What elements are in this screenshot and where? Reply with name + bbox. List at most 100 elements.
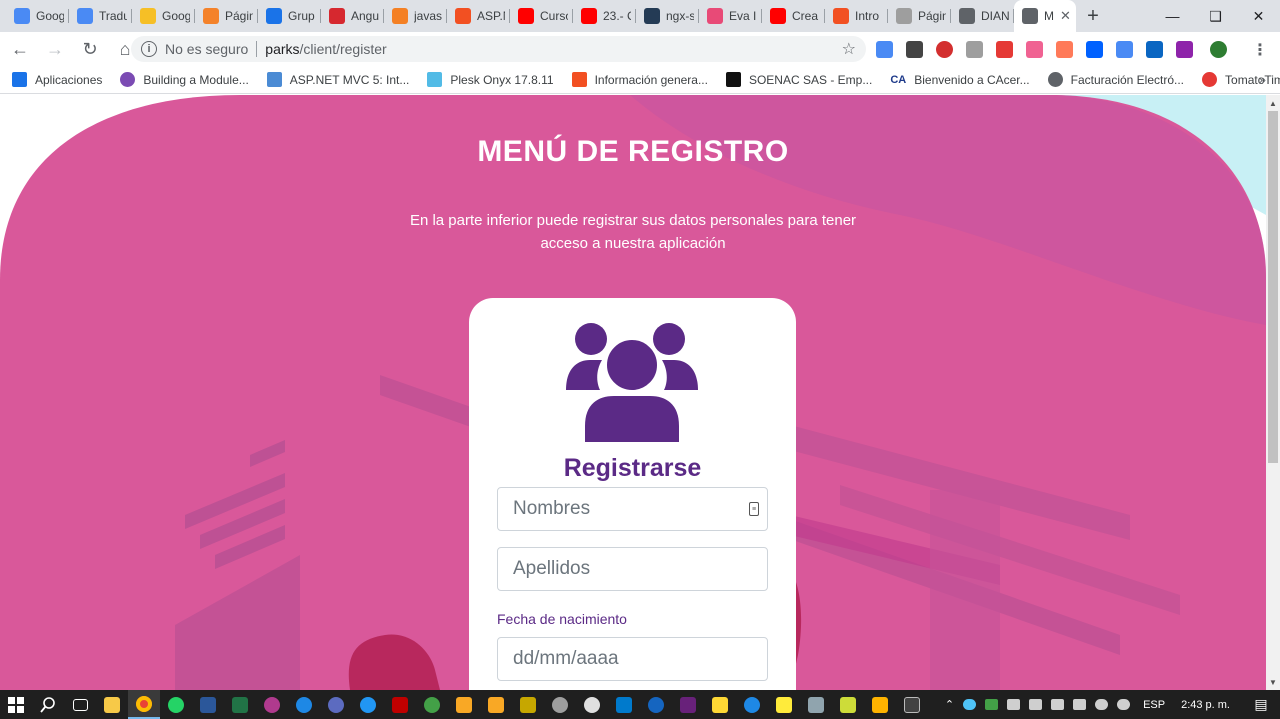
browser-tab[interactable]: Eva I [699,0,762,32]
browser-tab[interactable]: 23.- C [573,0,636,32]
bird-app-2-icon[interactable] [480,690,512,719]
edit-app-icon[interactable] [704,690,736,719]
translate-alt-extension-icon[interactable] [1116,40,1133,58]
whatsapp-icon[interactable] [160,690,192,719]
vscode-icon[interactable] [608,690,640,719]
browser-tab[interactable]: Goog [6,0,69,32]
translate-extension-icon[interactable] [876,40,893,58]
autofill-contact-icon[interactable]: ≡ [749,502,759,516]
security-tray-icon[interactable] [985,699,999,710]
terminal-icon[interactable] [896,690,928,719]
bookmark-item[interactable]: Facturación Electró... [1047,72,1184,87]
green-app-icon[interactable] [416,690,448,719]
ai-extension-icon[interactable] [1176,40,1193,58]
notepad-app-icon[interactable] [832,690,864,719]
excel-icon[interactable] [224,690,256,719]
scroll-up-icon[interactable]: ▲ [1269,99,1277,108]
bookmark-item[interactable]: ASP.NET MVC 5: Int... [266,72,409,87]
nombres-input[interactable]: Nombres ≡ [497,487,768,531]
bird-app-icon[interactable] [448,690,480,719]
browser-tab[interactable]: M ✕ [1014,0,1076,32]
notes-app-icon[interactable] [768,690,800,719]
image-app-icon[interactable] [800,690,832,719]
browser-tab[interactable]: ASP.N [447,0,510,32]
fw-app-icon[interactable] [512,690,544,719]
scrollbar-thumb[interactable] [1268,111,1278,463]
chat-app-icon[interactable] [576,690,608,719]
globe-app-icon[interactable] [288,690,320,719]
tray-expand-icon[interactable]: ⌃ [945,698,954,711]
browser-tab[interactable]: ngx-s [636,0,699,32]
tool-app-icon[interactable] [864,690,896,719]
notifications-icon[interactable]: ▤ [1248,690,1274,719]
settings-app-icon[interactable] [544,690,576,719]
maximize-button[interactable]: ❑ [1194,0,1237,32]
chrome-taskbar-icon[interactable] [128,690,160,719]
address-bar[interactable]: i No es seguro parks/client/register ☆ [131,36,866,62]
word-icon[interactable] [192,690,224,719]
visual-studio-icon[interactable] [672,690,704,719]
reload-icon[interactable]: ↻ [75,34,105,64]
bookmark-item[interactable]: CA Bienvenido a CAcer... [890,72,1029,87]
maps-app-icon[interactable] [736,690,768,719]
bookmarks-overflow-icon[interactable]: » [1259,72,1266,87]
keyboard-tray-icon[interactable] [1029,699,1043,710]
profile-avatar-icon[interactable] [1210,40,1227,58]
dropbox-extension-icon[interactable] [1086,40,1103,58]
search-icon[interactable] [32,690,64,719]
apellidos-input[interactable]: Apellidos [497,547,768,591]
chat-extension-icon[interactable] [906,40,923,58]
browser-tab[interactable]: Crea [762,0,825,32]
bookmark-star-icon[interactable]: ☆ [842,39,856,59]
task-view-icon[interactable] [64,690,96,719]
cloud-sync-icon[interactable] [1117,699,1131,710]
sql-app-icon[interactable] [640,690,672,719]
record-extension-icon[interactable] [996,40,1013,58]
minimize-button[interactable]: — [1151,0,1194,32]
scroll-down-icon[interactable]: ▼ [1269,678,1277,687]
browser-tab[interactable]: Goog [132,0,195,32]
menu-dots-icon[interactable]: ⋮ [1252,40,1268,60]
filezilla-icon[interactable] [384,690,416,719]
browser-tab[interactable]: Págin [195,0,258,32]
network-app-icon[interactable] [320,690,352,719]
bookmark-item[interactable]: SOENAC SAS - Emp... [725,72,872,87]
language-indicator[interactable]: ESP [1143,699,1165,711]
bookmark-item[interactable]: TomatoTimer [1202,72,1280,87]
file-explorer-icon[interactable] [96,690,128,719]
drive-extension-icon[interactable] [966,40,983,58]
clock[interactable]: 2:43 p. m. [1181,699,1230,711]
browser-tab[interactable]: Angu [321,0,384,32]
adblock-extension-icon[interactable] [936,40,953,58]
close-tab-icon[interactable]: ✕ [1060,8,1071,24]
linkedin-extension-icon[interactable] [1146,40,1163,58]
browser-tab[interactable]: Págin [888,0,951,32]
info-icon[interactable]: i [141,41,157,57]
cloud-tray-icon[interactable] [1095,699,1109,710]
arrow-extension-icon[interactable] [1026,40,1043,58]
browser-tab[interactable]: Intro [825,0,888,32]
bookmark-item[interactable]: Plesk Onyx 17.8.11 [427,72,554,87]
hubspot-extension-icon[interactable] [1056,40,1073,58]
fecha-nacimiento-input[interactable]: dd/mm/aaaa [497,637,768,681]
new-tab-button[interactable]: + [1076,0,1110,32]
volume-icon[interactable] [1073,699,1087,710]
network-tray-icon[interactable] [1051,699,1065,710]
bookmark-item[interactable]: Building a Module... [120,72,249,87]
browser-tab[interactable]: javas [384,0,447,32]
bookmark-item[interactable]: Aplicaciones [12,72,102,87]
windows-start-icon[interactable] [0,690,32,719]
close-window-button[interactable]: ✕ [1237,0,1280,32]
firefox-icon[interactable] [352,690,384,719]
browser-tab[interactable]: Grup [258,0,321,32]
browser-tab[interactable]: DIAN [951,0,1014,32]
browser-tab[interactable]: Curso [510,0,573,32]
app-purple-icon[interactable] [256,690,288,719]
dropbox-tray-icon[interactable] [1007,699,1021,710]
forward-icon[interactable]: → [40,34,70,64]
bookmark-item[interactable]: Información genera... [571,72,708,87]
back-icon[interactable]: ← [5,34,35,64]
onedrive-icon[interactable] [963,699,977,710]
page-scrollbar[interactable]: ▲ ▼ [1266,95,1280,690]
browser-tab[interactable]: Tradu [69,0,132,32]
